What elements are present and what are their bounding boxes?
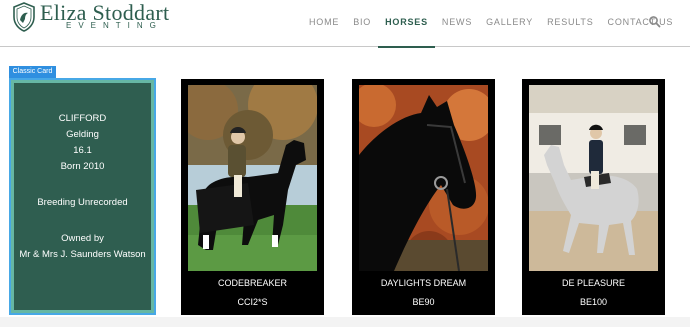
horse-type: Gelding xyxy=(66,129,99,140)
horse-card-daylights-dream[interactable]: DAYLIGHTS DREAM BE90 xyxy=(352,79,495,315)
owned-by-label: Owned by xyxy=(61,233,104,244)
horse-level: BE90 xyxy=(412,297,435,307)
horse-height: 16.1 xyxy=(73,145,92,156)
horse-owner: Mr & Mrs J. Saunders Watson xyxy=(19,249,146,260)
classic-card-tag: Classic Card xyxy=(9,66,56,78)
search-icon[interactable] xyxy=(648,15,662,29)
nav-item-results[interactable]: RESULTS xyxy=(547,0,593,47)
nav-item-gallery[interactable]: GALLERY xyxy=(486,0,533,47)
horse-photo-image xyxy=(359,85,488,271)
classic-card[interactable]: CLIFFORD Gelding 16.1 Born 2010 Breeding… xyxy=(9,78,156,315)
horse-name: CODEBREAKER xyxy=(217,278,288,288)
nav-item-horses[interactable]: HORSES xyxy=(378,0,435,48)
main-nav: HOME BIO HORSES NEWS GALLERY RESULTS CON… xyxy=(309,0,687,48)
horse-card-de-pleasure[interactable]: DE PLEASURE BE100 xyxy=(522,79,665,315)
horse-name: CLIFFORD xyxy=(58,113,107,124)
bottom-divider xyxy=(0,317,690,327)
horse-born: Born 2010 xyxy=(60,161,105,172)
horse-photo-daylights-dream[interactable] xyxy=(359,85,488,271)
nav-item-home[interactable]: HOME xyxy=(309,0,339,47)
horse-level: CCI2*S xyxy=(237,297,268,307)
horse-photo-image xyxy=(529,85,658,271)
horse-level: BE100 xyxy=(579,297,608,307)
page: Eliza Stoddart EVENTING HOME BIO HORSES … xyxy=(0,0,690,327)
classic-card-content: CLIFFORD Gelding 16.1 Born 2010 Breeding… xyxy=(14,83,151,310)
horse-name: DE PLEASURE xyxy=(561,278,626,288)
horse-breeding: Breeding Unrecorded xyxy=(37,197,128,208)
horse-photo-image xyxy=(188,85,317,271)
site-header: Eliza Stoddart EVENTING HOME BIO HORSES … xyxy=(0,0,690,48)
shield-logo-icon[interactable] xyxy=(12,2,36,32)
nav-item-bio[interactable]: BIO xyxy=(353,0,371,47)
horse-name: DAYLIGHTS DREAM xyxy=(380,278,467,288)
nav-item-contact-us[interactable]: CONTACT US xyxy=(608,0,674,47)
horse-photo-codebreaker[interactable] xyxy=(188,85,317,271)
brand-subtitle: EVENTING xyxy=(66,21,163,30)
horse-card-codebreaker[interactable]: CODEBREAKER CCI2*S xyxy=(181,79,324,315)
nav-item-news[interactable]: NEWS xyxy=(442,0,472,47)
horse-photo-de-pleasure[interactable] xyxy=(529,85,658,271)
